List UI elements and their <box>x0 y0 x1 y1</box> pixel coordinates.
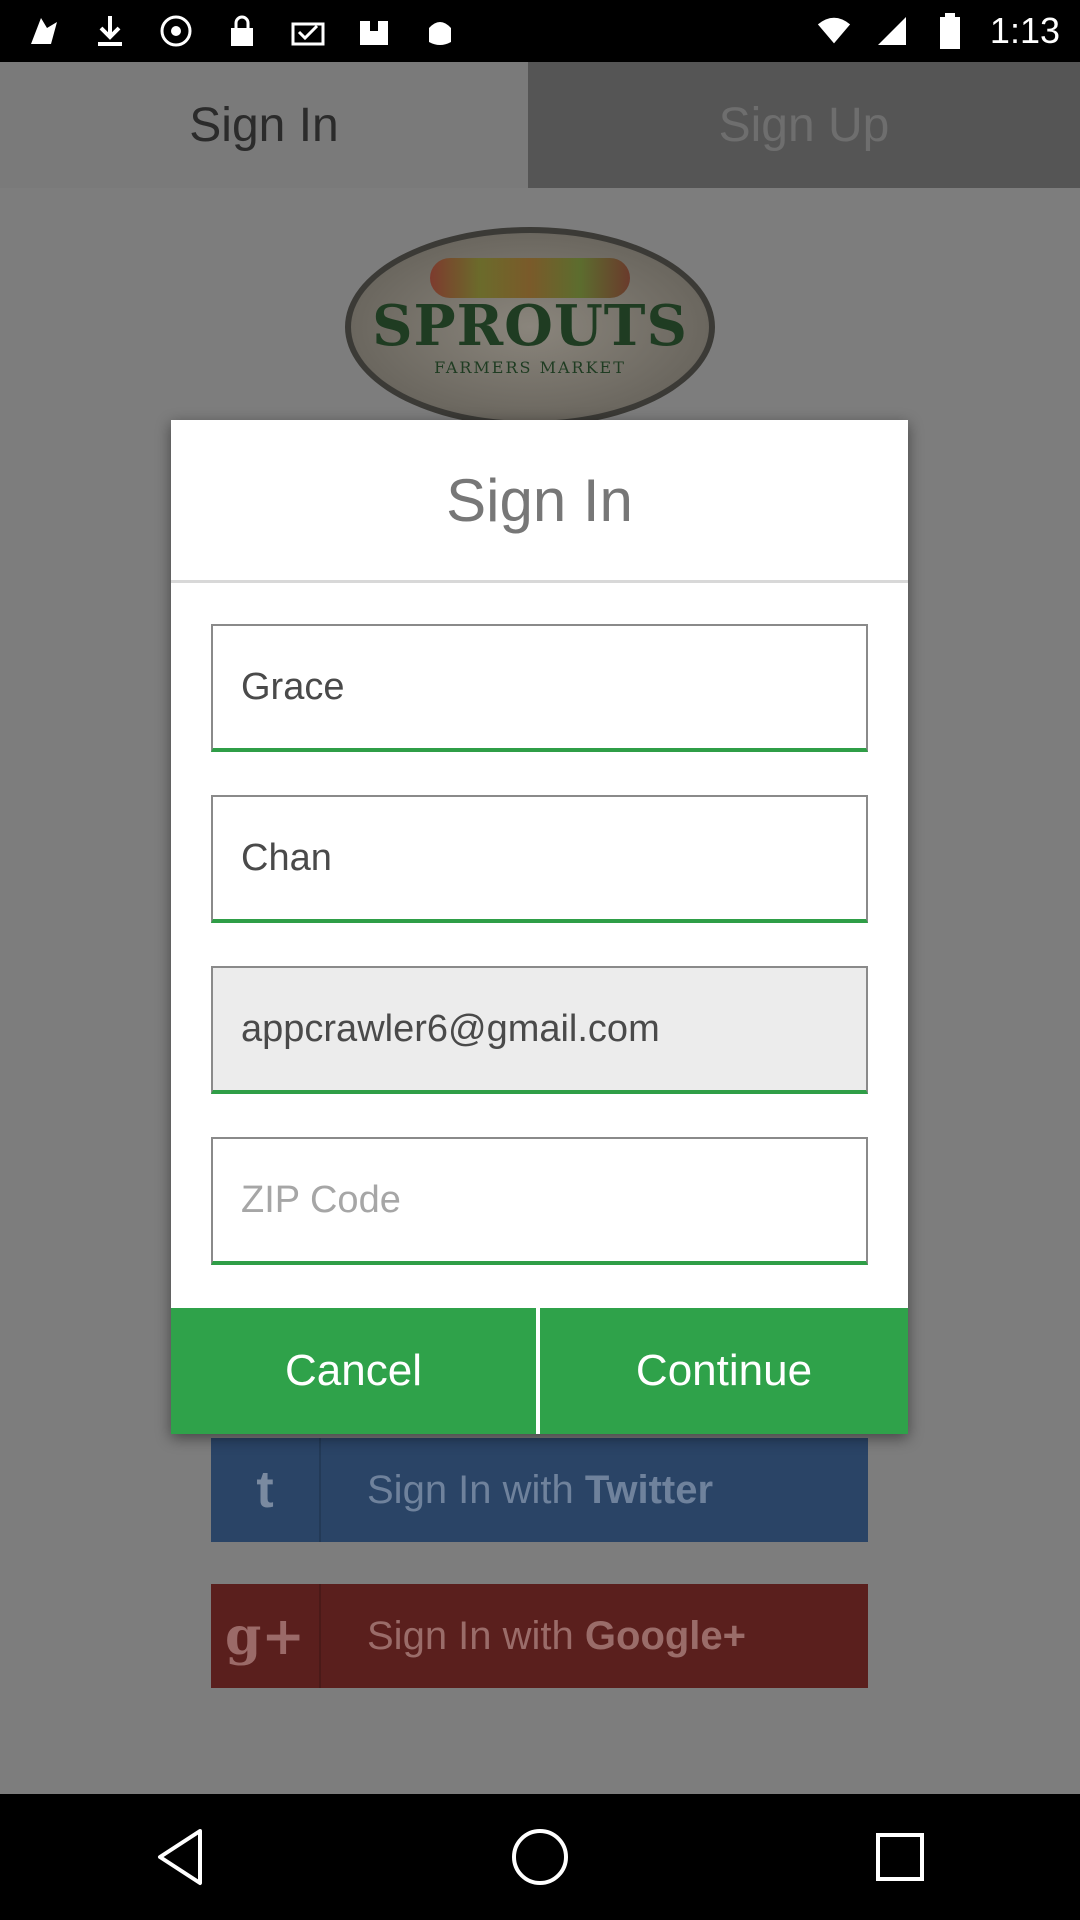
app-icon <box>26 13 62 49</box>
sign-in-dialog: Sign In Cancel Continue <box>171 420 908 1434</box>
media-icon <box>158 13 194 49</box>
game-icon <box>422 13 458 49</box>
email-input[interactable] <box>239 1006 866 1052</box>
wallet-icon <box>290 13 326 49</box>
google-button-label: Sign In with Google+ <box>367 1613 747 1658</box>
recents-icon[interactable] <box>860 1817 940 1897</box>
logo-subtitle: FARMERS MARKET <box>434 357 626 377</box>
last-name-input[interactable] <box>239 835 866 881</box>
continue-button[interactable]: Continue <box>540 1308 908 1434</box>
last-name-field[interactable] <box>211 795 868 923</box>
first-name-field[interactable] <box>211 624 868 752</box>
twitter-button-label: Sign In with Twitter <box>367 1467 714 1512</box>
navigation-bar <box>0 1794 1080 1920</box>
zip-code-field[interactable] <box>211 1137 868 1265</box>
status-icons-right: 1:13 <box>816 10 1080 52</box>
twitter-icon: t <box>256 1461 274 1519</box>
cancel-button[interactable]: Cancel <box>171 1308 536 1434</box>
first-name-input[interactable] <box>239 664 866 710</box>
download-icon <box>92 13 128 49</box>
battery-icon <box>932 13 968 49</box>
sprouts-logo: SPROUTS FARMERS MARKET <box>345 227 715 427</box>
google-sign-in-button[interactable]: g+ Sign In with Google+ <box>211 1584 868 1688</box>
email-field[interactable] <box>211 966 868 1094</box>
tab-bar: Sign In Sign Up <box>0 62 1080 188</box>
status-icons-left <box>0 13 458 49</box>
lock-icon <box>224 13 260 49</box>
status-bar: 1:13 <box>0 0 1080 62</box>
twitter-sign-in-button[interactable]: t Sign In with Twitter <box>211 1438 868 1542</box>
logo-title: SPROUTS <box>372 292 688 359</box>
save-icon <box>356 13 392 49</box>
zip-code-input[interactable] <box>239 1177 866 1223</box>
cellular-icon <box>874 13 910 49</box>
wifi-icon <box>816 13 852 49</box>
tab-sign-in[interactable]: Sign In <box>0 62 528 188</box>
tab-sign-up[interactable]: Sign Up <box>528 62 1080 188</box>
google-plus-icon: g+ <box>225 1605 305 1667</box>
status-time: 1:13 <box>989 10 1060 51</box>
fruit-graphic <box>430 257 630 298</box>
back-icon[interactable] <box>140 1817 220 1897</box>
home-icon[interactable] <box>500 1817 580 1897</box>
dialog-title: Sign In <box>171 420 908 583</box>
dialog-buttons: Cancel Continue <box>171 1308 908 1434</box>
